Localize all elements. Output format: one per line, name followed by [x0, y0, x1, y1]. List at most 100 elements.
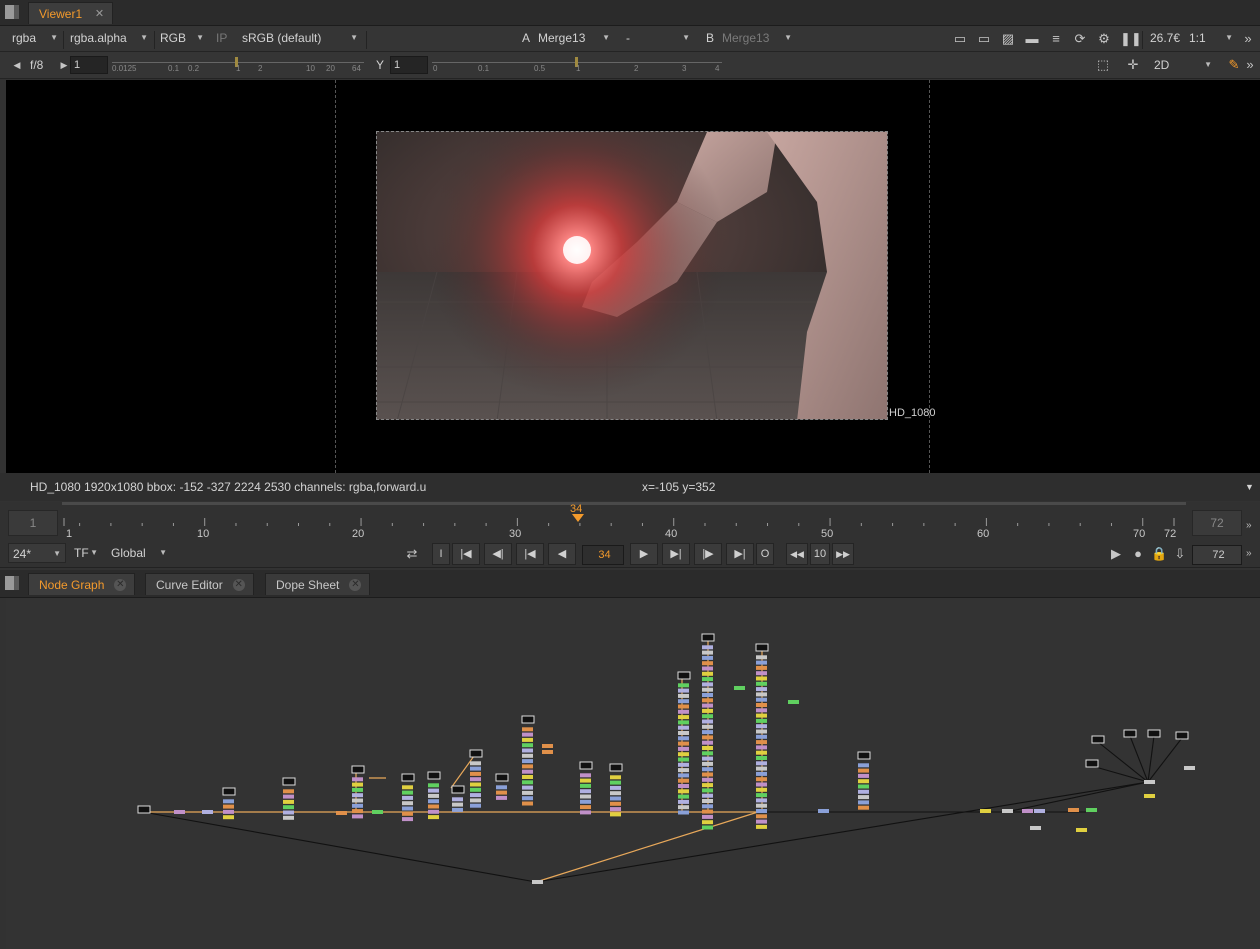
graph-node[interactable]	[702, 677, 713, 682]
graph-node[interactable]	[428, 783, 439, 788]
graph-node[interactable]	[402, 785, 413, 790]
read-node[interactable]	[755, 643, 769, 652]
graph-node[interactable]	[522, 732, 533, 737]
record-icon[interactable]: ●	[1130, 546, 1146, 562]
graph-node[interactable]	[756, 809, 767, 813]
graph-node[interactable]	[980, 809, 991, 813]
graph-node[interactable]	[858, 800, 869, 805]
graph-node[interactable]	[352, 782, 363, 787]
read-node[interactable]	[1091, 735, 1105, 744]
graph-node[interactable]	[702, 655, 713, 660]
roi-select-icon[interactable]: ⬚	[1095, 57, 1111, 73]
graph-node[interactable]	[734, 686, 745, 690]
graph-node[interactable]	[1144, 794, 1155, 798]
graph-node[interactable]	[756, 665, 767, 670]
prev-keyframe-icon[interactable]: ◀|	[484, 543, 512, 565]
graph-node[interactable]	[470, 782, 481, 787]
graph-node[interactable]	[678, 810, 689, 815]
frame-icon[interactable]: ▭	[976, 31, 992, 47]
graph-node[interactable]	[858, 795, 869, 800]
graph-node[interactable]	[756, 803, 767, 808]
graph-node[interactable]	[702, 719, 713, 724]
graph-node[interactable]	[522, 759, 533, 764]
read-node[interactable]	[1175, 731, 1189, 740]
graph-node[interactable]	[470, 761, 481, 766]
graph-node[interactable]	[283, 799, 294, 804]
graph-node[interactable]	[452, 802, 463, 807]
graph-node[interactable]	[678, 794, 689, 799]
graph-node[interactable]	[223, 799, 234, 804]
graph-node[interactable]	[756, 740, 767, 745]
graph-node[interactable]	[402, 811, 413, 816]
panel-menu-icon[interactable]	[5, 5, 19, 19]
end-frame-field[interactable]: 72	[1192, 545, 1242, 565]
graph-node[interactable]	[678, 778, 689, 783]
refresh-icon[interactable]: ⟳	[1072, 31, 1088, 47]
close-icon[interactable]: ✕	[95, 3, 104, 25]
graph-node[interactable]	[1086, 808, 1097, 812]
graph-node[interactable]	[522, 727, 533, 732]
in-frame-field[interactable]: 1	[8, 510, 58, 536]
graph-node[interactable]	[702, 777, 713, 782]
graph-node[interactable]	[532, 880, 543, 884]
graph-node[interactable]	[756, 692, 767, 697]
chevron-down-icon[interactable]: ▼	[1245, 473, 1254, 501]
graph-node[interactable]	[702, 783, 713, 788]
graph-node[interactable]	[678, 768, 689, 773]
graph-node[interactable]	[283, 789, 294, 794]
graph-node[interactable]	[702, 708, 713, 713]
graph-node[interactable]	[202, 810, 213, 814]
graph-node[interactable]	[756, 761, 767, 766]
graph-node[interactable]	[428, 793, 439, 798]
alpha-dropdown[interactable]: rgba.alpha ▼	[66, 28, 152, 48]
graph-node[interactable]	[522, 753, 533, 758]
menu-lines-icon[interactable]: ≡	[1048, 31, 1064, 47]
graph-node[interactable]	[580, 810, 591, 815]
display-dropdown[interactable]: RGB ▼	[156, 28, 208, 48]
read-node[interactable]	[427, 771, 441, 780]
ip-button[interactable]: IP	[212, 28, 234, 48]
graph-node[interactable]	[283, 805, 294, 810]
graph-node[interactable]	[1076, 828, 1087, 832]
graph-node[interactable]	[610, 801, 621, 806]
graph-node[interactable]	[678, 746, 689, 751]
graph-node[interactable]	[756, 687, 767, 692]
graph-node[interactable]	[428, 815, 439, 820]
graph-node[interactable]	[580, 799, 591, 804]
read-node[interactable]	[857, 751, 871, 760]
graph-node[interactable]	[522, 790, 533, 795]
colorspace-dropdown[interactable]: sRGB (default) ▼	[238, 28, 362, 48]
graph-node[interactable]	[1002, 809, 1013, 813]
graph-node[interactable]	[542, 750, 553, 754]
graph-node[interactable]	[174, 810, 185, 814]
ratio-dropdown[interactable]: 1:1 ▼	[1185, 28, 1237, 48]
graph-node[interactable]	[756, 766, 767, 771]
graph-node[interactable]	[522, 785, 533, 790]
set-out-button[interactable]: O	[756, 543, 774, 565]
view-mode-dropdown[interactable]: 2D ▼	[1150, 55, 1216, 75]
read-node[interactable]	[401, 773, 415, 782]
close-icon[interactable]: ✕	[349, 579, 362, 591]
tf-dropdown[interactable]: TF ▼	[70, 543, 102, 563]
graph-node[interactable]	[678, 799, 689, 804]
step-forward-icon[interactable]: ▶|	[662, 543, 690, 565]
step-size-field[interactable]: 10	[810, 543, 830, 565]
graph-node[interactable]	[352, 793, 363, 798]
graph-node[interactable]	[702, 666, 713, 671]
graph-node[interactable]	[1184, 766, 1195, 770]
out-frame-field[interactable]: 72	[1192, 510, 1242, 536]
node-graph-canvas[interactable]	[6, 598, 1260, 949]
graph-node[interactable]	[702, 693, 713, 697]
graph-node[interactable]	[470, 803, 481, 808]
graph-node[interactable]	[522, 743, 533, 748]
graph-node[interactable]	[352, 798, 363, 803]
graph-node[interactable]	[470, 787, 481, 792]
graph-node[interactable]	[678, 720, 689, 725]
read-node[interactable]	[282, 777, 296, 786]
expand-icon[interactable]: »	[1246, 548, 1252, 559]
graph-node[interactable]	[702, 756, 713, 761]
graph-node[interactable]	[678, 752, 689, 757]
graph-node[interactable]	[858, 789, 869, 794]
graph-node[interactable]	[756, 814, 767, 819]
fps-dropdown[interactable]: 24* ▼	[8, 543, 66, 563]
